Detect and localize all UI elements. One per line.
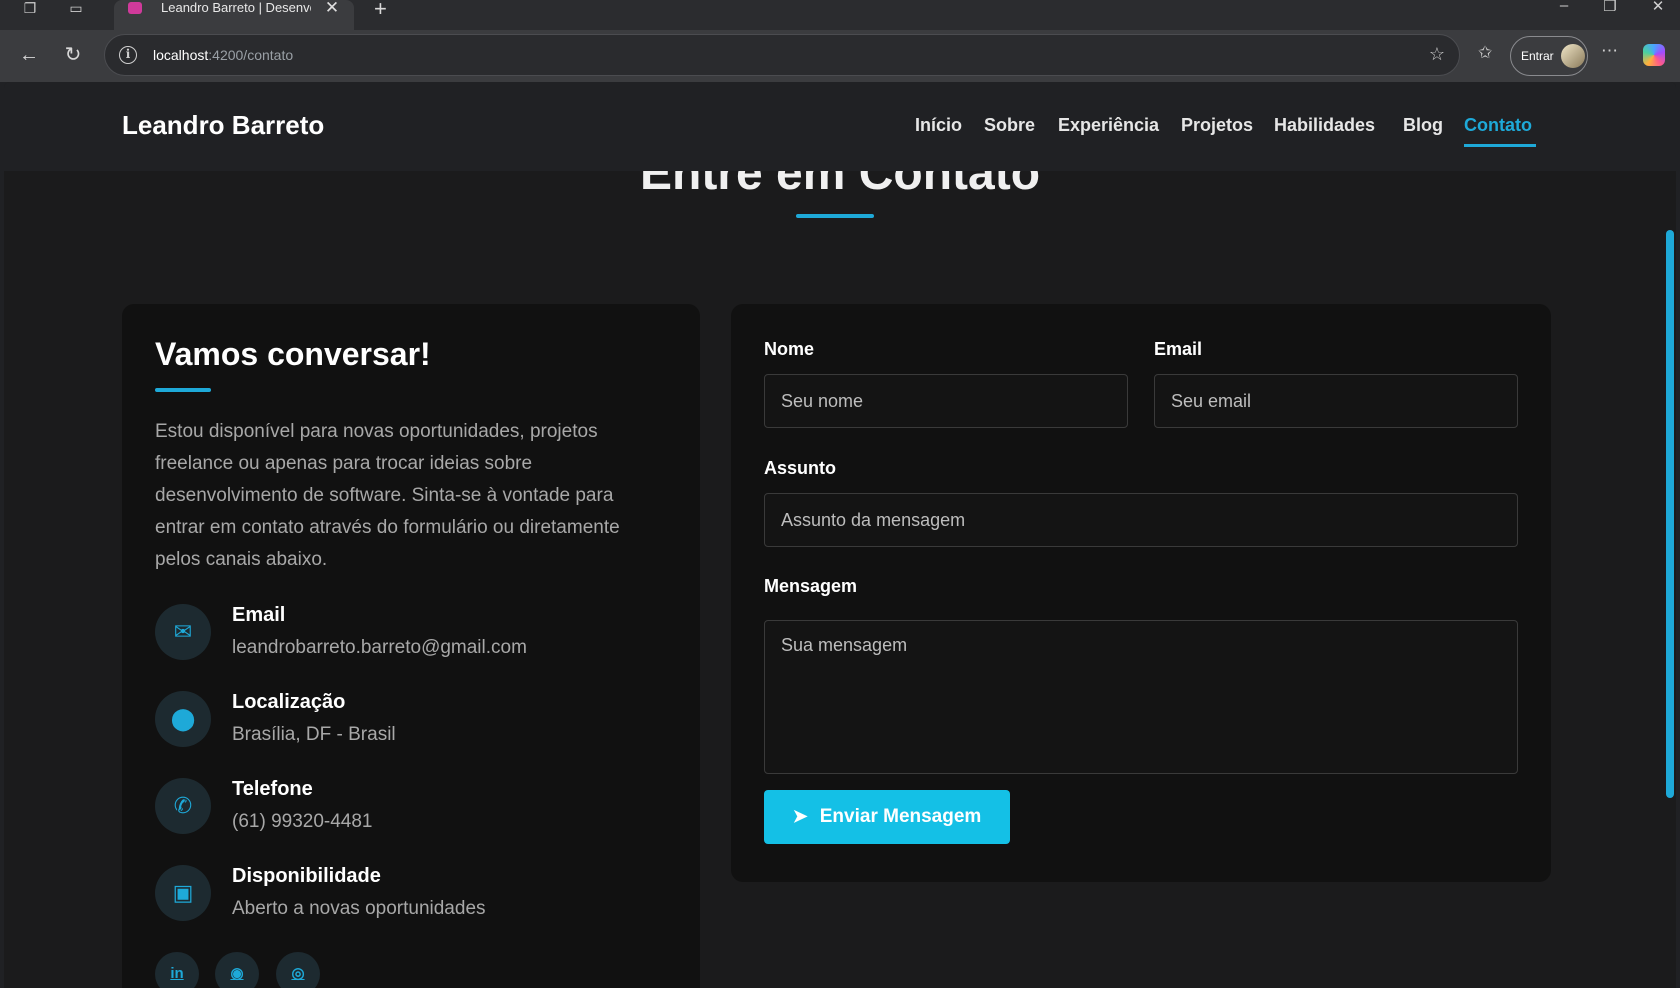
profile-button[interactable]: Entrar: [1510, 36, 1588, 76]
nav-projetos[interactable]: Projetos: [1181, 115, 1253, 136]
nav-active-underline: [1464, 144, 1536, 147]
site-header: Leandro Barreto Início Sobre Experiência…: [4, 82, 1676, 171]
new-tab-icon[interactable]: +: [374, 0, 387, 22]
nav-inicio[interactable]: Início: [915, 115, 962, 136]
contact-item-label: Localização: [232, 691, 346, 713]
name-label: Nome: [764, 339, 815, 359]
nav-experiencia[interactable]: Experiência: [1058, 115, 1159, 136]
contact-item-email: ✉ Email leandrobarreto.barreto@gmail.com: [155, 604, 675, 674]
browser-tab-active[interactable]: Leandro Barreto | Desenvolv ✕: [114, 0, 354, 30]
contact-item-value[interactable]: (61) 99320-4481: [232, 811, 373, 833]
subject-input[interactable]: [764, 493, 1518, 547]
contact-item-phone: ✆ Telefone (61) 99320-4481: [155, 778, 675, 848]
contact-item-availability: ▣ Disponibilidade Aberto a novas oportun…: [155, 865, 675, 935]
contact-form: Nome Email Assunto Mensagem ➤ Enviar Mens…: [731, 304, 1551, 882]
nav-sobre[interactable]: Sobre: [984, 115, 1035, 136]
message-textarea[interactable]: [764, 620, 1518, 774]
name-input[interactable]: [764, 374, 1128, 428]
contact-info-card: Vamos conversar! Estou disponível para n…: [122, 304, 700, 988]
more-options-icon[interactable]: ⋯: [1601, 41, 1618, 61]
site-info-icon[interactable]: i: [119, 46, 137, 64]
send-message-label: Enviar Mensagem: [819, 806, 982, 827]
window-close-icon[interactable]: ✕: [1648, 0, 1668, 15]
favorites-icon[interactable]: ✩: [1478, 43, 1492, 63]
restore-icon[interactable]: ❐: [1600, 0, 1620, 15]
tab-close-icon[interactable]: ✕: [324, 0, 340, 17]
email-input[interactable]: [1154, 374, 1518, 428]
page-viewport: Leandro Barreto Início Sobre Experiência…: [4, 82, 1676, 988]
url-path: :4200/contato: [208, 47, 294, 63]
contact-item-label: Telefone: [232, 778, 313, 800]
browser-toolbar: ← ↻ i localhost:4200/contato ☆ ✩ Entrar …: [0, 30, 1680, 82]
map-pin-icon: ⬤: [155, 691, 211, 747]
nav-habilidades[interactable]: Habilidades: [1274, 115, 1375, 136]
address-bar[interactable]: i localhost:4200/contato ☆: [104, 34, 1460, 76]
paper-plane-icon: ➤: [792, 806, 808, 826]
envelope-icon: ✉: [155, 604, 211, 660]
back-arrow-icon[interactable]: ←: [14, 40, 44, 70]
contact-item-label: Disponibilidade: [232, 865, 381, 887]
contact-item-value: Aberto a novas oportunidades: [232, 898, 486, 919]
tab-title: Leandro Barreto | Desenvolv: [161, 0, 311, 15]
instagram-icon[interactable]: ◎: [276, 952, 320, 988]
email-label: Email: [1154, 339, 1203, 359]
minimize-icon[interactable]: –: [1554, 0, 1574, 14]
github-icon[interactable]: ◉: [215, 952, 259, 988]
profile-label: Entrar: [1521, 49, 1554, 63]
favorite-star-icon[interactable]: ☆: [1429, 44, 1445, 65]
tab-favicon-icon: [128, 2, 142, 14]
contact-heading-underline: [155, 388, 211, 392]
message-label: Mensagem: [764, 576, 858, 596]
contact-heading: Vamos conversar!: [155, 336, 431, 372]
url-host: localhost: [153, 47, 209, 63]
browser-tab-strip: ❐ ▭ Leandro Barreto | Desenvolv ✕ + – ❐ …: [0, 0, 1680, 30]
page-scrollbar[interactable]: [1666, 230, 1674, 798]
phone-icon: ✆: [155, 778, 211, 834]
contact-item-label: Email: [232, 604, 286, 626]
contact-intro: Estou disponível para novas oportunidade…: [155, 421, 620, 570]
reload-icon[interactable]: ↻: [58, 40, 88, 70]
linkedin-icon[interactable]: in: [155, 952, 199, 988]
nav-blog[interactable]: Blog: [1403, 115, 1443, 136]
workspaces-icon[interactable]: ❐: [20, 0, 40, 16]
contact-item-value[interactable]: leandrobarreto.barreto@gmail.com: [232, 637, 527, 659]
briefcase-icon: ▣: [155, 865, 211, 921]
copilot-icon[interactable]: [1643, 44, 1665, 66]
subject-label: Assunto: [764, 458, 836, 478]
nav-contato[interactable]: Contato: [1464, 115, 1532, 136]
site-brand[interactable]: Leandro Barreto: [122, 110, 324, 141]
contact-item-value: Brasília, DF - Brasil: [232, 724, 396, 745]
section-title-underline: [796, 214, 874, 218]
send-message-button[interactable]: ➤ Enviar Mensagem: [764, 790, 1010, 844]
tab-actions-icon[interactable]: ▭: [66, 0, 86, 16]
url-text[interactable]: localhost:4200/contato: [153, 47, 293, 63]
avatar: [1561, 44, 1585, 68]
contact-item-location: ⬤ Localização Brasília, DF - Brasil: [155, 691, 675, 761]
